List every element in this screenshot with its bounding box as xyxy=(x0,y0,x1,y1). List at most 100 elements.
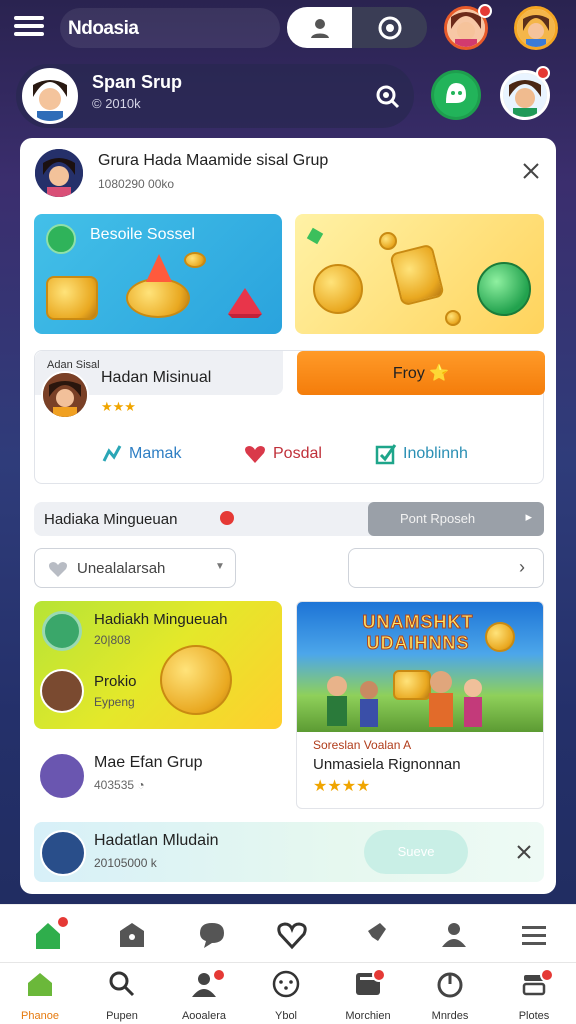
close-icon[interactable] xyxy=(520,160,542,182)
nav-home[interactable]: Phanoe xyxy=(0,969,80,1023)
member-badge xyxy=(536,66,550,80)
gold-icon xyxy=(485,622,515,652)
member-name: Hadan Misinual xyxy=(101,369,212,386)
banner-rating: ★★★★ xyxy=(313,778,371,795)
profile-avatar xyxy=(22,68,78,124)
small-coin-icon xyxy=(445,310,461,326)
chat-bot-button[interactable] xyxy=(431,70,481,120)
green-coin-icon xyxy=(477,262,531,316)
chevron-right-icon: › xyxy=(519,557,525,577)
post-label: Posdal xyxy=(273,445,322,462)
notice-avatar xyxy=(40,830,86,876)
small-coin-icon xyxy=(184,252,206,268)
mission-label: Hadiaka Mingueuan xyxy=(44,511,178,528)
home-icon xyxy=(28,973,52,996)
profile-pill[interactable]: Span Srup © 2010k xyxy=(16,64,414,128)
arrow-icon: ▸ xyxy=(525,509,532,524)
pin-icon[interactable] xyxy=(358,919,390,951)
promo-sub-2: Eypeng xyxy=(94,695,135,709)
banner-art: UNAMSHKT UDAIHNNS xyxy=(297,602,543,732)
panel-caption: Adan Sisal xyxy=(47,359,100,371)
big-coin-icon xyxy=(160,645,232,715)
confetti-icon xyxy=(306,227,324,245)
nav-emoji-label: Ybol xyxy=(274,1010,298,1022)
next-field[interactable]: › xyxy=(348,548,544,588)
gem-icon xyxy=(146,254,172,282)
notification-badge xyxy=(478,4,492,18)
report-button[interactable]: Pont Rposeh ▸ xyxy=(368,502,544,536)
mission-row[interactable]: Hadiaka Mingueuan Pont Rposeh ▸ xyxy=(34,502,544,536)
app-name[interactable]: Ndoasia xyxy=(60,8,280,48)
report-label: Pont Rposeh xyxy=(400,511,476,526)
ruby-icon xyxy=(228,288,262,318)
menu-icon[interactable] xyxy=(518,919,550,951)
chart-icon xyxy=(102,445,122,462)
notice-sub: 20105000 k xyxy=(94,856,157,870)
profile-badge xyxy=(212,968,226,982)
notice-title: Hadatlan Mludain xyxy=(94,832,219,849)
group-avatar xyxy=(33,147,85,199)
group-card: Grura Hada Maamide sisal Grup 1080290 00… xyxy=(20,138,556,894)
characters-illustration xyxy=(327,671,482,727)
banner-line-2: Unmasiela Rignonnan xyxy=(313,756,461,773)
alert-icon xyxy=(220,511,234,525)
panel-actions: Mamak Posdal Inoblinnh xyxy=(35,437,545,477)
people-icon[interactable] xyxy=(438,919,470,951)
chevron-down-icon: ▼ xyxy=(215,561,225,572)
nav-notes[interactable]: Plotes xyxy=(494,969,574,1023)
member-panel: Adan Sisal Hadan Misinual ★★★ Froy ⭐ Mam… xyxy=(34,350,545,484)
search-icon xyxy=(109,971,135,997)
quick-actions-bar xyxy=(0,904,576,962)
info-label: Inoblinnh xyxy=(403,445,468,462)
nav-messages[interactable]: Morchien xyxy=(328,969,408,1023)
menu-icon[interactable] xyxy=(14,16,44,40)
promo-title: Hadiakh Mingueuah xyxy=(94,611,228,628)
group-item-sub: 403535 ◔ xyxy=(94,778,145,792)
promo-avatar xyxy=(40,669,84,713)
gold-card-icon xyxy=(389,243,445,307)
info-link[interactable]: Inoblinnh xyxy=(375,443,468,465)
social-tile[interactable]: Besoile Sossel xyxy=(34,214,282,334)
play-button[interactable]: Froy ⭐ xyxy=(297,351,545,395)
group-item-avatar xyxy=(38,752,86,800)
record-icon xyxy=(378,16,401,39)
heart-icon[interactable] xyxy=(276,919,308,951)
person-icon xyxy=(310,18,329,38)
game-banner[interactable]: UNAMSHKT UDAIHNNS Soreslan Voalan A Unma… xyxy=(296,601,544,809)
reward-promo[interactable]: Hadiakh Mingueuah 20|808 Prokio Eypeng xyxy=(34,601,282,729)
nav-profile[interactable]: Aooalera xyxy=(164,969,244,1023)
record-tab[interactable] xyxy=(352,7,427,48)
search-icon[interactable] xyxy=(370,78,406,114)
coins-tile[interactable] xyxy=(295,214,544,334)
save-button[interactable]: Sueve xyxy=(364,830,468,874)
card-title: Grura Hada Maamide sisal Grup xyxy=(98,152,329,169)
mark-link[interactable]: Mamak xyxy=(101,443,181,465)
promo-sub: 20|808 xyxy=(94,633,131,647)
nav-emoji[interactable]: Ybol xyxy=(246,969,326,1023)
profile-name: Span Srup xyxy=(92,72,183,92)
store-icon[interactable] xyxy=(116,919,148,951)
close-icon[interactable] xyxy=(514,842,534,862)
top-bar: Ndoasia xyxy=(0,0,576,56)
user-tab[interactable] xyxy=(287,7,352,48)
small-coin-icon xyxy=(379,232,397,250)
member-rating: ★★★ xyxy=(101,399,136,414)
post-link[interactable]: Posdal xyxy=(243,443,322,465)
dollar-icon xyxy=(46,224,76,254)
social-tile-label: Besoile Sossel xyxy=(90,226,195,243)
notice-bar: Hadatlan Mludain 20105000 k Sueve xyxy=(34,822,544,882)
smile-icon xyxy=(272,970,300,998)
account-avatar[interactable] xyxy=(514,6,558,50)
filter-select[interactable]: Unealalarsah ▼ xyxy=(34,548,236,588)
nav-notes-label: Plotes xyxy=(518,1010,550,1022)
mode-switch[interactable] xyxy=(287,7,427,48)
messages-badge xyxy=(372,968,386,982)
nav-modes[interactable]: Mnrdes xyxy=(410,969,490,1023)
group-item[interactable]: Mae Efan Grup 403535 ◔ xyxy=(34,744,284,804)
check-icon xyxy=(375,444,397,465)
heart-icon xyxy=(49,562,67,577)
chat-icon[interactable] xyxy=(196,919,228,951)
nav-search[interactable]: Pupen xyxy=(82,969,162,1023)
nav-profile-label: Aooalera xyxy=(181,1010,227,1022)
nav-home-label: Phanoe xyxy=(21,1010,59,1022)
